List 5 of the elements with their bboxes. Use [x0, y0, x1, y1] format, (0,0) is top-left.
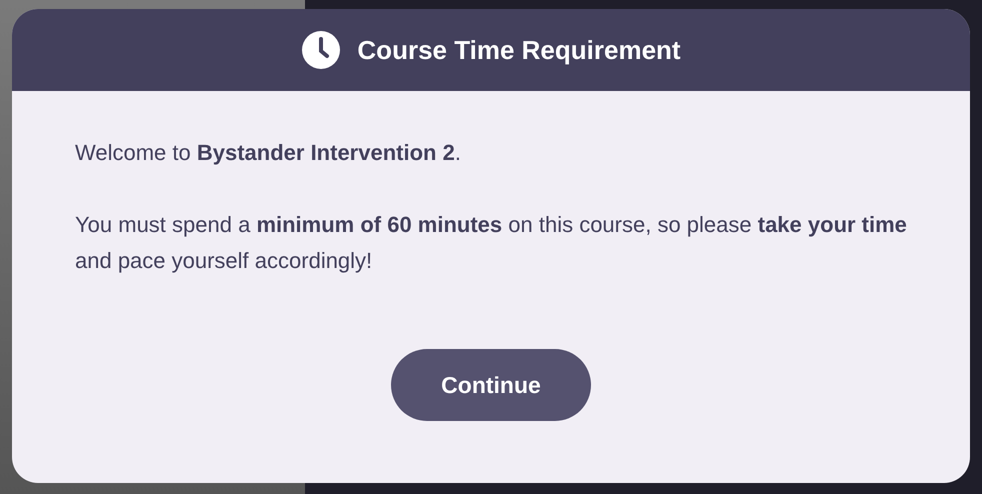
message-text: Welcome to Bystander Intervention 2.: [75, 139, 462, 167]
dialog-title: Course Time Requirement: [357, 34, 681, 66]
message-text: You must spend a minimum of 60 minutes on this course, so please take your time and pace yourself accordingly!: [75, 211, 907, 275]
clock-icon: [301, 30, 342, 70]
continue-button[interactable]: Continue: [391, 349, 591, 421]
